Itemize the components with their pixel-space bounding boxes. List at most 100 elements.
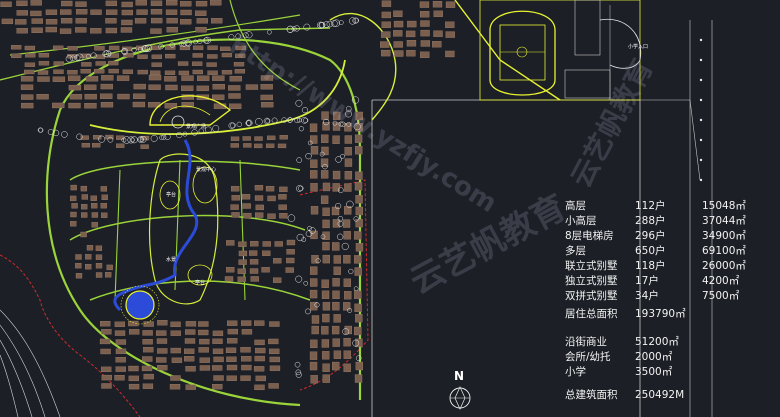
building-block: [332, 170, 341, 180]
building-block: [254, 212, 264, 218]
building-block: [354, 374, 363, 383]
building-block: [165, 84, 178, 91]
tree-symbol: [296, 157, 303, 163]
building-block: [84, 84, 97, 90]
building-block: [170, 321, 181, 328]
building-block: [254, 185, 264, 191]
building-block: [254, 195, 264, 201]
building-block: [355, 314, 363, 323]
building-block: [45, 26, 57, 33]
building-block: [81, 143, 91, 148]
building-block: [322, 302, 331, 311]
building-block: [183, 356, 195, 362]
building-block: [309, 123, 318, 132]
building-block: [343, 278, 352, 287]
building-block: [101, 194, 108, 200]
building-block: [322, 241, 330, 251]
building-block: [320, 170, 329, 179]
building-block: [322, 374, 330, 383]
building-block: [355, 195, 363, 204]
building-block: [199, 338, 210, 345]
building-block: [169, 384, 181, 390]
center-label: 景观中心: [196, 167, 217, 173]
building-block: [197, 75, 210, 81]
building-block: [322, 363, 330, 372]
building-block: [150, 70, 161, 75]
building-block: [67, 75, 81, 81]
building-block: [333, 266, 341, 275]
tree-symbol: [303, 23, 311, 31]
building-block: [212, 94, 225, 100]
building-block: [53, 61, 64, 66]
building-block: [185, 366, 196, 372]
building-block: [286, 249, 295, 255]
building-block: [420, 29, 430, 37]
building-block: [143, 346, 154, 353]
building-block: [122, 69, 134, 74]
building-block: [331, 325, 340, 335]
building-block: [164, 70, 176, 75]
building-block: [166, 0, 178, 6]
building-block: [114, 321, 126, 327]
tree-symbol: [246, 120, 252, 126]
building-block: [100, 93, 113, 99]
building-block: [84, 93, 97, 100]
building-block: [250, 241, 259, 247]
building-block: [343, 337, 351, 347]
building-block: [354, 267, 362, 276]
building-block: [237, 268, 247, 274]
building-block: [342, 219, 351, 228]
building-block: [25, 53, 36, 58]
building-block: [142, 383, 154, 389]
building-block: [148, 84, 161, 90]
building-block: [117, 93, 130, 100]
building-block: [128, 320, 139, 327]
building-block: [151, 17, 163, 24]
tree-symbol: [301, 107, 309, 114]
building-block: [121, 19, 133, 26]
building-block: [310, 375, 318, 384]
building-block: [332, 338, 340, 347]
building-block: [381, 0, 392, 7]
building-block: [212, 75, 225, 81]
building-block: [231, 195, 240, 201]
building-block: [196, 85, 209, 92]
tree-symbol: [336, 233, 344, 240]
building-block: [269, 365, 281, 371]
building-block: [86, 245, 94, 251]
building-block: [249, 268, 259, 274]
building-block: [344, 291, 352, 300]
building-block: [100, 203, 107, 209]
building-block: [241, 356, 252, 362]
building-block: [381, 49, 391, 57]
building-block: [420, 40, 431, 47]
building-block: [333, 350, 342, 359]
building-block: [226, 267, 235, 273]
tree-symbol: [353, 286, 359, 292]
building-block: [141, 365, 153, 372]
building-block: [95, 272, 103, 278]
building-block: [344, 183, 352, 192]
building-block: [344, 135, 353, 144]
building-block: [210, 0, 222, 6]
building-block: [137, 54, 148, 59]
building-block: [274, 241, 283, 247]
building-block: [121, 1, 133, 8]
building-block: [267, 213, 276, 219]
building-block: [157, 364, 168, 371]
building-block: [75, 18, 87, 24]
building-block: [128, 365, 139, 372]
building-block: [24, 69, 35, 75]
building-block: [240, 320, 252, 326]
building-block: [321, 279, 329, 288]
building-block: [156, 338, 168, 344]
building-block: [81, 194, 89, 200]
pavilion-label-2: 亭台: [195, 280, 206, 286]
building-block: [321, 146, 329, 156]
tree-symbol: [255, 118, 263, 126]
building-block: [150, 9, 163, 15]
building-block: [105, 27, 118, 34]
tree-symbol: [295, 275, 303, 283]
building-block: [262, 250, 271, 256]
building-block: [254, 339, 265, 346]
